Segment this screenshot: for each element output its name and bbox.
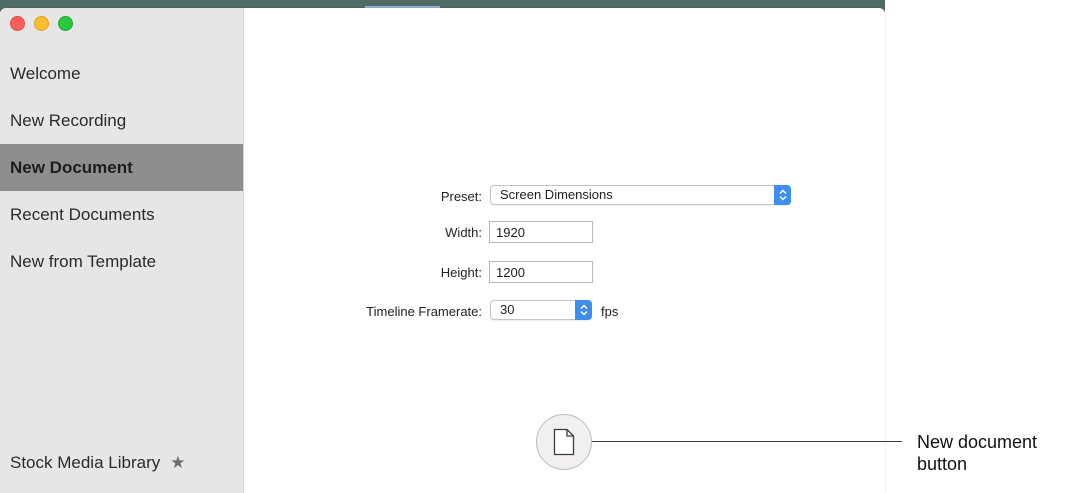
height-field[interactable]: 1200 [489, 261, 593, 283]
new-document-button[interactable] [536, 414, 592, 470]
traffic-lights [10, 16, 73, 31]
framerate-value: 30 [500, 302, 515, 317]
star-icon: ★ [170, 453, 186, 472]
sidebar-nav: Welcome New Recording New Document Recen… [0, 50, 243, 285]
sidebar-item-new-from-template[interactable]: New from Template [0, 238, 243, 285]
preset-label: Preset: [440, 189, 482, 204]
minimize-window-button[interactable] [34, 16, 49, 31]
framerate-popup[interactable]: 30 [490, 300, 592, 320]
screenshot-stage: Welcome New Recording New Document Recen… [0, 0, 1082, 493]
preset-popup[interactable]: Screen Dimensions [490, 185, 791, 205]
preset-stepper-icon [774, 185, 791, 205]
document-icon [553, 428, 575, 456]
sidebar-item-recent-documents[interactable]: Recent Documents [0, 191, 243, 238]
stock-media-library-label: Stock Media Library [10, 453, 161, 472]
sidebar-item-stock-media-library[interactable]: Stock Media Library ★ [10, 453, 185, 473]
maximize-window-button[interactable] [58, 16, 73, 31]
framerate-label: Timeline Framerate: [366, 304, 482, 319]
callout-line [592, 441, 902, 442]
width-field[interactable]: 1920 [489, 221, 593, 243]
sidebar: Welcome New Recording New Document Recen… [0, 8, 244, 493]
framerate-stepper-icon [575, 300, 592, 320]
framerate-unit: fps [601, 304, 619, 319]
width-label: Width: [445, 225, 482, 240]
app-window: Welcome New Recording New Document Recen… [0, 8, 885, 493]
sidebar-item-welcome[interactable]: Welcome [0, 50, 243, 97]
height-label: Height: [440, 265, 482, 280]
sidebar-item-new-document[interactable]: New Document [0, 144, 243, 191]
sidebar-item-new-recording[interactable]: New Recording [0, 97, 243, 144]
callout-label: New document button [917, 432, 1038, 474]
close-window-button[interactable] [10, 16, 25, 31]
preset-value: Screen Dimensions [500, 187, 613, 202]
